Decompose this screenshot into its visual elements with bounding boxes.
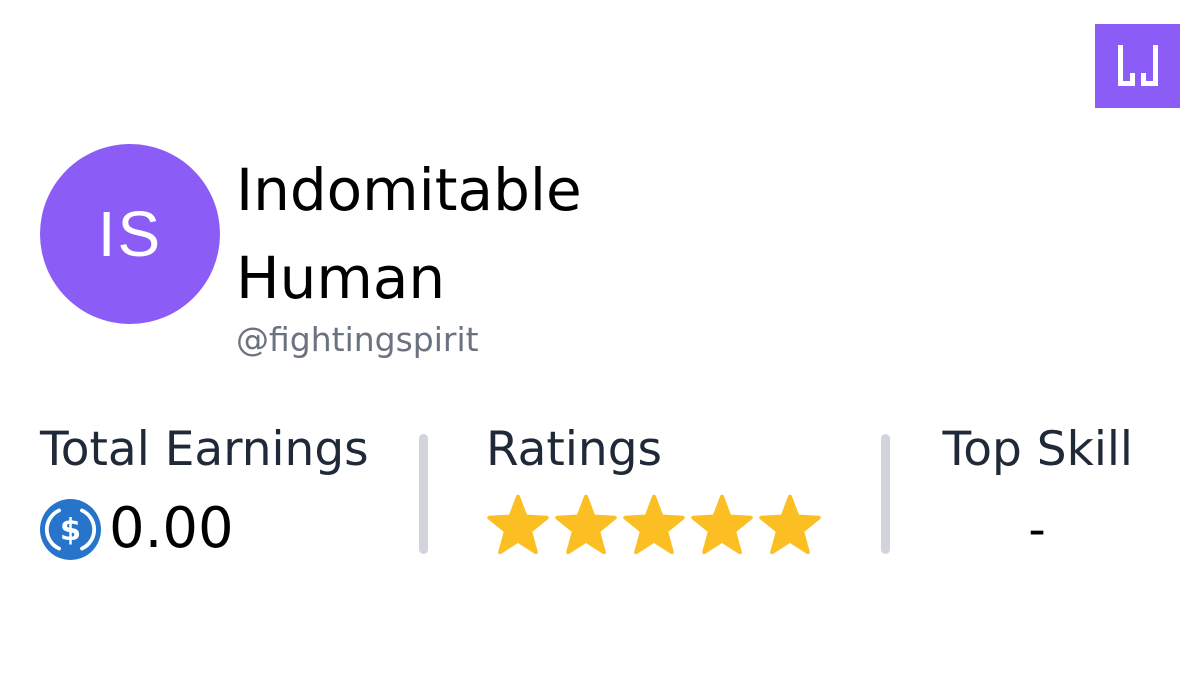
avatar-initials: IS [97,198,163,270]
top-skill-value: - [1028,502,1046,558]
brand-logo[interactable] [1095,24,1180,108]
usdc-coin-icon: $ [40,498,101,560]
star-filled-icon [758,494,822,558]
total-earnings-value: 0.00 [109,496,234,561]
stat-divider [419,434,428,554]
avatar: IS [40,144,220,324]
profile-name: Indomitable Human [236,146,676,322]
star-filled-icon [690,494,754,558]
ratings-label: Ratings [486,422,663,477]
star-filled-icon [554,494,618,558]
w-pixel-logo-icon [1117,45,1158,86]
total-earnings-label: Total Earnings [40,422,369,477]
profile-name-line1: Indomitable [236,156,582,224]
profile-name-line2: Human [236,244,446,312]
rating-stars [486,494,822,558]
star-filled-icon [486,494,550,558]
svg-text:$: $ [60,512,81,547]
top-skill-label: Top Skill [942,422,1133,477]
star-filled-icon [622,494,686,558]
profile-handle: @fightingspirit [236,320,479,359]
total-earnings: $ 0.00 [40,498,234,560]
profile-card: IS Indomitable Human @fightingspirit Tot… [0,0,1200,675]
stat-divider [881,434,890,554]
